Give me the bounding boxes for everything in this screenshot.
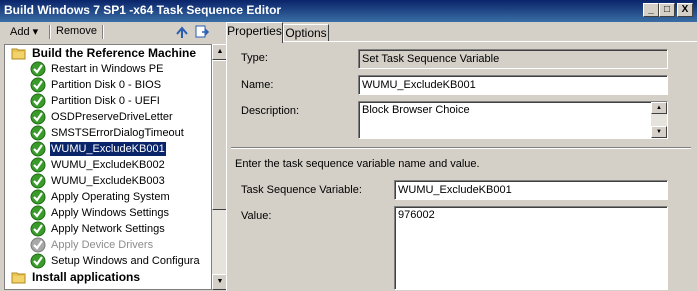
green-check-icon bbox=[30, 77, 46, 93]
green-check-icon bbox=[30, 173, 46, 189]
toolbar-separator bbox=[102, 25, 104, 39]
gray-check-icon bbox=[30, 237, 46, 253]
close-button[interactable]: X bbox=[677, 3, 693, 17]
remove-button[interactable]: Remove bbox=[56, 25, 97, 37]
tree-item-label: Install applications bbox=[32, 270, 141, 284]
tree-item-label: Apply Network Settings bbox=[51, 223, 165, 235]
section-divider bbox=[231, 147, 691, 149]
description-label: Description: bbox=[241, 105, 300, 117]
tree-item-label: Setup Windows and Configura bbox=[51, 255, 200, 267]
scroll-down-button[interactable]: ▼ bbox=[651, 126, 667, 138]
window-title: Build Windows 7 SP1 -x64 Task Sequence E… bbox=[4, 3, 282, 17]
green-check-icon bbox=[30, 141, 46, 157]
green-check-icon bbox=[30, 109, 46, 125]
toolbar-separator bbox=[49, 25, 51, 39]
maximize-button[interactable]: □ bbox=[659, 3, 675, 17]
name-label: Name: bbox=[241, 79, 274, 91]
folder-icon bbox=[11, 269, 27, 285]
tab-properties[interactable]: Properties bbox=[226, 22, 283, 43]
green-check-icon bbox=[30, 253, 46, 269]
variable-label: Task Sequence Variable: bbox=[241, 184, 362, 196]
task-sequence-tree[interactable]: Build the Reference Machine Restart in Wi… bbox=[4, 44, 212, 290]
tree-item-label: Apply Device Drivers bbox=[51, 239, 154, 251]
green-check-icon bbox=[30, 125, 46, 141]
scroll-up-button[interactable]: ▲ bbox=[651, 102, 667, 114]
tree-item-label: OSDPreserveDriveLetter bbox=[51, 111, 173, 123]
tree-item-label: Apply Operating System bbox=[51, 191, 170, 203]
tree-item-label: Restart in Windows PE bbox=[51, 63, 164, 75]
description-text: Block Browser Choice bbox=[362, 104, 470, 116]
type-label: Type: bbox=[241, 52, 268, 64]
tree-item-label: WUMU_ExcludeKB002 bbox=[51, 159, 165, 171]
tab-strip: Properties Options bbox=[226, 22, 697, 43]
chevron-down-icon: ▾ bbox=[32, 26, 39, 38]
value-input[interactable]: 976002 bbox=[394, 206, 668, 290]
add-label: Add bbox=[10, 26, 30, 38]
green-check-icon bbox=[30, 93, 46, 109]
green-check-icon bbox=[30, 205, 46, 221]
tab-options[interactable]: Options bbox=[283, 24, 329, 42]
green-check-icon bbox=[30, 189, 46, 205]
move-down-icon[interactable] bbox=[194, 24, 210, 43]
tree-item-label: Partition Disk 0 - BIOS bbox=[51, 79, 162, 91]
type-field: Set Task Sequence Variable bbox=[358, 49, 668, 69]
value-text: 976002 bbox=[398, 209, 435, 221]
tree-item-label: Partition Disk 0 - UEFI bbox=[51, 95, 160, 107]
tree-item-label: Apply Windows Settings bbox=[51, 207, 169, 219]
description-input[interactable]: Block Browser Choice ▲ ▼ bbox=[358, 101, 668, 139]
tree-item-label: Build the Reference Machine bbox=[32, 46, 197, 60]
green-check-icon bbox=[30, 157, 46, 173]
toolbar: Add ▾ Remove bbox=[0, 22, 222, 42]
green-check-icon bbox=[30, 221, 46, 237]
add-menu-button[interactable]: Add ▾ bbox=[10, 25, 38, 38]
value-label: Value: bbox=[241, 210, 272, 222]
tree-item-label: WUMU_ExcludeKB003 bbox=[51, 175, 165, 187]
tree-item-label: SMSTSErrorDialogTimeout bbox=[51, 127, 184, 139]
tree-item-label: WUMU_ExcludeKB001 bbox=[49, 141, 167, 157]
folder-icon bbox=[11, 45, 27, 61]
green-check-icon bbox=[30, 61, 46, 77]
name-input[interactable]: WUMU_ExcludeKB001 bbox=[358, 75, 668, 95]
minimize-button[interactable]: _ bbox=[643, 3, 659, 17]
variable-input[interactable]: WUMU_ExcludeKB001 bbox=[394, 180, 668, 200]
properties-page: Type: Set Task Sequence Variable Name: W… bbox=[226, 41, 697, 291]
move-up-icon[interactable] bbox=[174, 24, 190, 43]
instructions-text: Enter the task sequence variable name an… bbox=[235, 158, 480, 170]
title-bar: Build Windows 7 SP1 -x64 Task Sequence E… bbox=[0, 0, 697, 22]
description-scrollbar[interactable]: ▲ ▼ bbox=[651, 102, 667, 138]
